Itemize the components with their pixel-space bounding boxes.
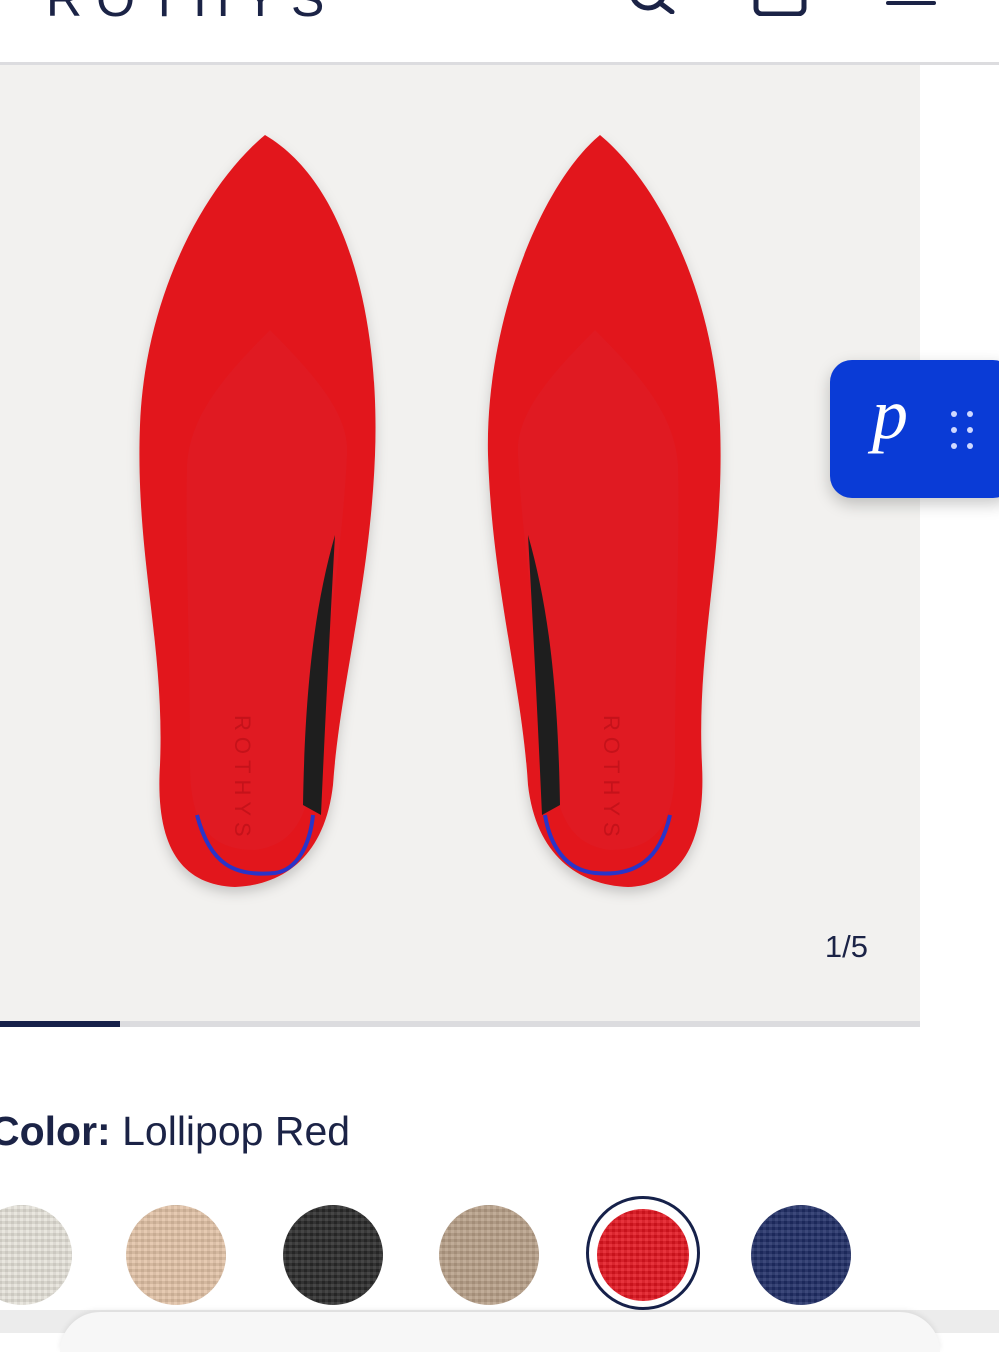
gallery-progress-fill xyxy=(0,1021,120,1027)
brand-logo[interactable]: ROTHYS xyxy=(46,0,338,28)
site-header: ROTHYS xyxy=(0,0,999,65)
bag-icon[interactable] xyxy=(752,0,812,16)
product-image-left-shoe: ROTHYS xyxy=(139,135,376,887)
color-swatch-cream[interactable] xyxy=(0,1205,72,1305)
insole-brand-text: ROTHYS xyxy=(599,715,624,843)
widget-logo-letter: p xyxy=(872,374,908,454)
floating-chat-widget[interactable]: p xyxy=(830,360,999,498)
color-swatch-taupe[interactable] xyxy=(439,1205,539,1305)
color-label-row: Color: Lollipop Red xyxy=(0,1108,350,1155)
menu-icon[interactable] xyxy=(886,0,938,8)
product-image-gallery[interactable]: ROTHYS ROTHYS 1/5 xyxy=(0,65,920,1025)
search-icon[interactable] xyxy=(622,0,682,14)
color-swatch-navy[interactable] xyxy=(751,1205,851,1305)
gallery-progress-bar[interactable] xyxy=(0,1021,920,1027)
selected-color-name: Lollipop Red xyxy=(122,1108,351,1154)
color-swatch-beige[interactable] xyxy=(126,1205,226,1305)
bottom-sheet-handle[interactable] xyxy=(60,1312,940,1352)
image-counter: 1/5 xyxy=(824,929,868,964)
color-label: Color: xyxy=(0,1108,111,1154)
color-swatch-lollipop-red[interactable] xyxy=(597,1209,689,1301)
color-swatch-black[interactable] xyxy=(283,1205,383,1305)
drag-handle-icon[interactable] xyxy=(948,408,978,452)
product-image-right-shoe: ROTHYS xyxy=(487,135,721,887)
insole-brand-text: ROTHYS xyxy=(230,715,255,843)
